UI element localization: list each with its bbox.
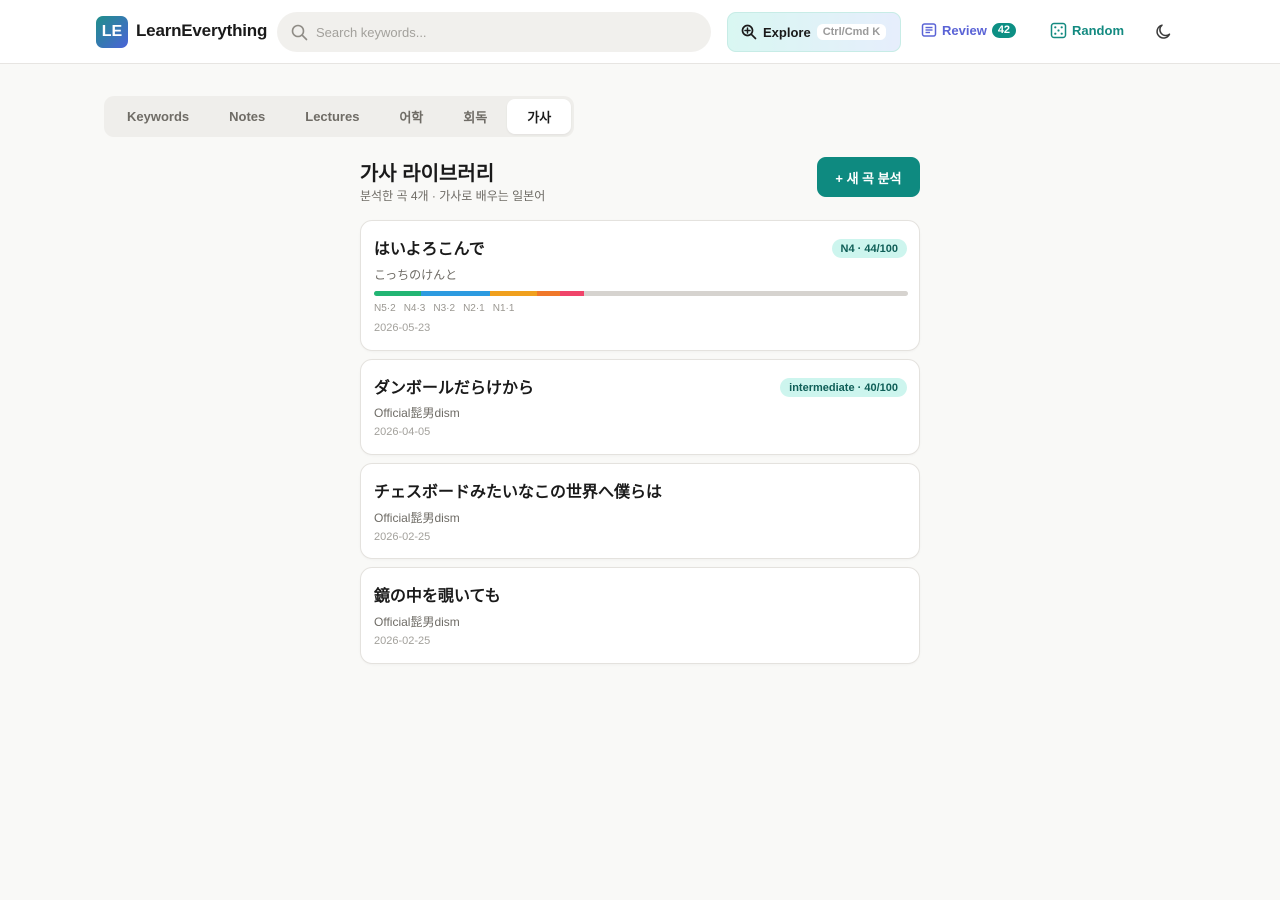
explore-label: Explore — [763, 24, 811, 40]
tab-language[interactable]: 어학 — [379, 99, 443, 134]
jlpt-level-label: N2·1 — [463, 303, 485, 314]
zoom-in-icon — [741, 24, 757, 40]
dice-icon — [1050, 22, 1067, 39]
song-title: はいよろこんで — [374, 241, 485, 258]
search-icon — [291, 24, 308, 41]
song-date: 2026-04-05 — [374, 426, 431, 438]
page-title: 가사 라이브러리 — [360, 163, 495, 185]
explore-button[interactable]: Explore Ctrl/Cmd K — [727, 12, 901, 52]
app-logo[interactable]: LE — [96, 16, 128, 48]
song-date: 2026-02-25 — [374, 635, 431, 647]
song-artist: こっちのけんと — [374, 268, 458, 282]
search-input[interactable] — [316, 12, 696, 52]
song-title: チェスボードみたいなこの世界へ僕らは — [374, 484, 663, 501]
jlpt-segment-4 — [537, 291, 561, 296]
moon-icon[interactable] — [1154, 22, 1174, 42]
song-artist: Official髭男dism — [374, 511, 460, 525]
jlpt-distribution-labels: N5·2 N4·3 N3·2 N2·1 N1·1 — [374, 303, 514, 314]
jlpt-segment-3 — [490, 291, 538, 296]
level-badge: intermediate · 40/100 — [780, 378, 907, 397]
top-bar: LE LearnEverything Explore Ctrl/Cmd K Re… — [0, 0, 1280, 64]
song-card[interactable]: 鏡の中を覗いても Official髭男dism 2026-02-25 — [360, 567, 920, 664]
tab-lectures[interactable]: Lectures — [285, 99, 379, 134]
song-artist: Official髭男dism — [374, 406, 460, 420]
song-artist: Official髭男dism — [374, 615, 460, 629]
jlpt-level-label: N4·3 — [403, 303, 426, 314]
song-card[interactable]: ダンボールだらけから intermediate · 40/100 Officia… — [360, 359, 920, 455]
jlpt-level-label: N1·1 — [492, 303, 515, 314]
new-song-analysis-button[interactable]: + 새 곡 분석 — [817, 157, 920, 197]
song-date: 2026-02-25 — [374, 531, 431, 543]
section-tabs: Keywords Notes Lectures 어학 회독 가사 — [104, 96, 575, 137]
jlpt-level-label: N3·2 — [433, 303, 456, 314]
review-button[interactable]: Review 42 — [921, 22, 1017, 38]
tab-rereading[interactable]: 회독 — [443, 99, 507, 134]
tab-keywords[interactable]: Keywords — [107, 99, 209, 134]
song-title: 鏡の中を覗いても — [374, 588, 501, 605]
search-box[interactable] — [277, 12, 711, 52]
jlpt-distribution-bar — [374, 291, 908, 296]
tab-lyrics[interactable]: 가사 — [507, 99, 572, 134]
tab-notes[interactable]: Notes — [209, 99, 285, 134]
song-date: 2026-05-23 — [374, 322, 431, 334]
jlpt-segment-1 — [374, 291, 421, 296]
level-badge: N4 · 44/100 — [831, 239, 907, 258]
review-label: Review — [942, 22, 987, 38]
random-label: Random — [1072, 23, 1124, 38]
review-count-badge: 42 — [991, 22, 1017, 38]
jlpt-level-label: N5·2 — [374, 303, 396, 314]
document-lines-icon — [921, 23, 937, 37]
app-brand[interactable]: LearnEverything — [136, 21, 267, 41]
explore-shortcut: Ctrl/Cmd K — [816, 24, 887, 40]
song-card[interactable]: はいよろこんで N4 · 44/100 こっちのけんと N5·2 N4·3 N3·2… — [360, 220, 920, 351]
page-subtitle: 분석한 곡 4개 · 가사로 배우는 일본어 — [360, 189, 546, 203]
song-title: ダンボールだらけから — [374, 380, 535, 397]
jlpt-segment-2 — [420, 291, 491, 296]
song-card[interactable]: チェスボードみたいなこの世界へ僕らは Official髭男dism 2026-0… — [360, 463, 920, 559]
random-button[interactable]: Random — [1050, 22, 1124, 39]
jlpt-segment-5 — [560, 291, 584, 296]
